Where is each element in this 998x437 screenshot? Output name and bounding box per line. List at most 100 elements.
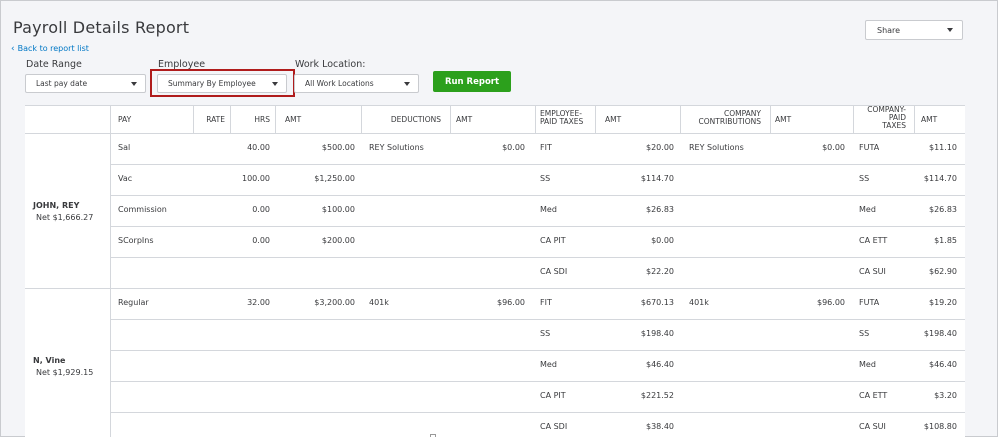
table-cell: $11.10 <box>929 143 957 152</box>
table-cell: $1,250.00 <box>314 174 355 183</box>
header-amt-deductions: AMT <box>456 115 473 124</box>
header-employee-paid-taxes: EMPLOYEE- PAID TAXES <box>540 110 583 126</box>
header-column-divider <box>770 105 771 133</box>
page-title: Payroll Details Report <box>13 18 190 37</box>
table-cell: SS <box>859 174 870 183</box>
report-table: PAY RATE HRS AMT DEDUCTIONS AMT EMPLOYEE… <box>25 105 965 437</box>
table-cell: 40.00 <box>247 143 270 152</box>
table-cell: Med <box>540 205 557 214</box>
table-cell: $20.00 <box>646 143 674 152</box>
row-divider <box>110 350 965 351</box>
header-employee-paid-taxes-line2: PAID TAXES <box>540 117 584 126</box>
table-cell: SS <box>540 174 551 183</box>
work-location-select[interactable]: All Work Locations <box>294 74 419 93</box>
run-report-button[interactable]: Run Report <box>433 71 511 92</box>
table-cell: 100.00 <box>242 174 270 183</box>
table-cell: Med <box>540 360 557 369</box>
header-column-divider <box>595 105 596 133</box>
table-cell: $1.85 <box>934 236 957 245</box>
work-location-value: All Work Locations <box>305 79 374 88</box>
header-divider <box>25 133 965 134</box>
table-cell: CA SUI <box>859 422 886 431</box>
date-range-label: Date Range <box>26 59 82 70</box>
header-column-divider <box>230 105 231 133</box>
row-divider <box>110 319 965 320</box>
header-column-divider <box>110 105 111 133</box>
header-amt-contributions: AMT <box>775 115 792 124</box>
table-cell: FUTA <box>859 298 880 307</box>
row-divider <box>110 226 965 227</box>
table-cell: $96.00 <box>817 298 845 307</box>
header-column-divider <box>680 105 681 133</box>
table-cell: Vac <box>118 174 133 183</box>
table-cell: $3.20 <box>934 391 957 400</box>
table-cell: $114.70 <box>640 174 674 183</box>
table-cell: $22.20 <box>646 267 674 276</box>
row-divider <box>110 412 965 413</box>
table-cell: 0.00 <box>252 236 270 245</box>
table-cell: $3,200.00 <box>314 298 355 307</box>
table-cell: $0.00 <box>822 143 845 152</box>
table-cell: $0.00 <box>651 236 674 245</box>
table-cell: $100.00 <box>321 205 355 214</box>
table-cell: 401k <box>369 298 389 307</box>
table-cell: SS <box>540 329 551 338</box>
header-column-divider <box>450 105 451 133</box>
employee-name: N, Vine <box>33 355 66 365</box>
table-cell: $200.00 <box>321 236 355 245</box>
table-cell: $221.52 <box>640 391 674 400</box>
table-cell: $500.00 <box>321 143 355 152</box>
table-cell: 0.00 <box>252 205 270 214</box>
table-cell: $96.00 <box>497 298 525 307</box>
table-top-divider <box>25 105 965 106</box>
table-cell: $19.20 <box>929 298 957 307</box>
date-range-select[interactable]: Last pay date <box>25 74 146 93</box>
share-label: Share <box>877 25 901 35</box>
header-amt-employee-taxes: AMT <box>605 115 622 124</box>
table-cell: CA ETT <box>859 236 888 245</box>
row-divider <box>110 164 965 165</box>
header-company-contributions-line2: CONTRIBUTIONS <box>698 117 761 126</box>
header-pay: PAY <box>118 115 132 124</box>
header-column-divider <box>853 105 854 133</box>
table-cell: $670.13 <box>640 298 674 307</box>
header-deductions: DEDUCTIONS <box>390 115 441 124</box>
header-column-divider <box>193 105 194 133</box>
caret-down-icon <box>131 82 137 86</box>
share-dropdown[interactable]: Share <box>865 20 963 40</box>
row-divider <box>110 257 965 258</box>
table-cell: $46.40 <box>646 360 674 369</box>
table-cell: Med <box>859 360 876 369</box>
table-cell: CA PIT <box>540 391 566 400</box>
employee-divider <box>25 288 110 289</box>
table-cell: Sal <box>118 143 131 152</box>
row-divider <box>110 288 965 289</box>
table-cell: CA SDI <box>540 267 568 276</box>
row-divider <box>110 195 965 196</box>
table-cell: $0.00 <box>502 143 525 152</box>
caret-down-icon <box>947 28 953 32</box>
table-cell: 401k <box>689 298 709 307</box>
caret-down-icon <box>404 82 410 86</box>
table-cell: $114.70 <box>923 174 957 183</box>
employee-column-divider <box>110 288 111 437</box>
header-column-divider <box>535 105 536 133</box>
table-cell: 32.00 <box>247 298 270 307</box>
header-hrs: HRS <box>254 115 270 124</box>
work-location-label: Work Location: <box>295 59 366 70</box>
table-cell: FIT <box>540 298 552 307</box>
chevron-left-icon: ‹ <box>11 43 15 54</box>
employee-net-pay: Net $1,929.15 <box>36 367 94 377</box>
header-column-divider <box>361 105 362 133</box>
back-to-report-list-link[interactable]: ‹ Back to report list <box>11 44 89 53</box>
table-cell: Regular <box>118 298 149 307</box>
header-rate: RATE <box>206 115 225 124</box>
header-company-paid-taxes: COMPANY- PAID TAXES <box>853 106 906 130</box>
header-amt-company-taxes: AMT <box>921 115 938 124</box>
table-cell: $62.90 <box>929 267 957 276</box>
header-column-divider <box>275 105 276 133</box>
table-cell: $26.83 <box>929 205 957 214</box>
table-cell: CA ETT <box>859 391 888 400</box>
table-cell: $38.40 <box>646 422 674 431</box>
date-range-value: Last pay date <box>36 79 88 88</box>
